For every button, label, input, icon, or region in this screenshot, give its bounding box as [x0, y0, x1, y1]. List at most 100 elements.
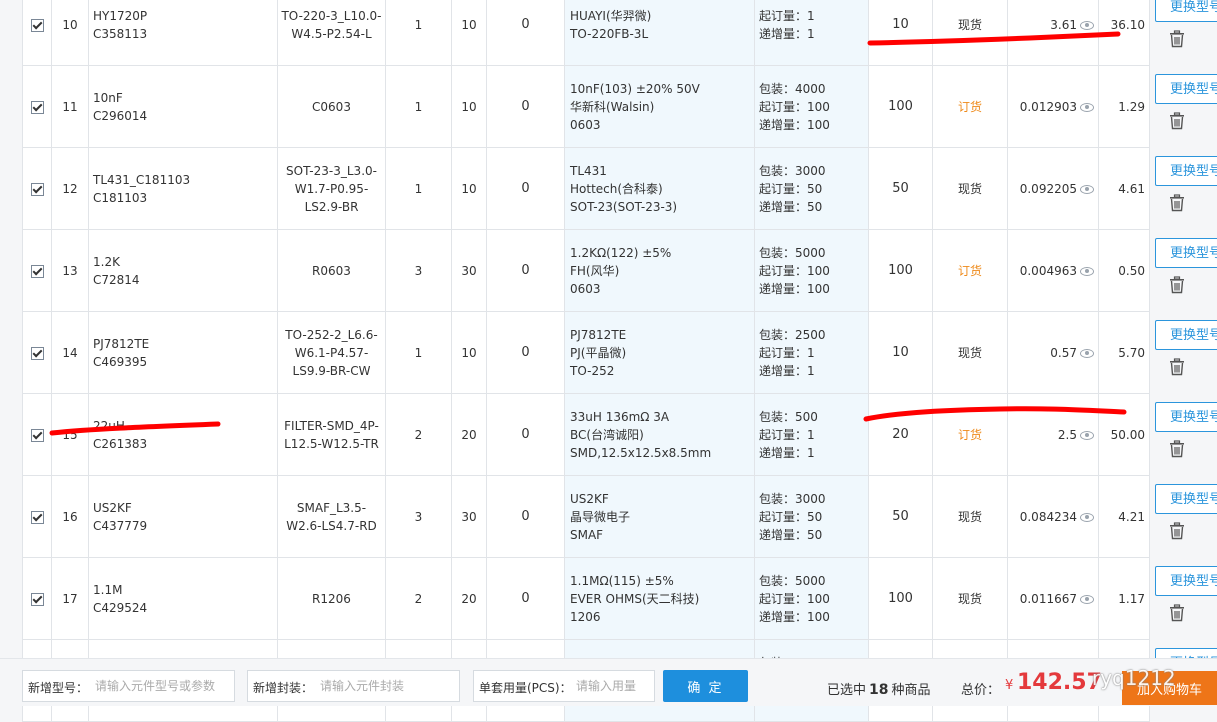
- packing-cell: 包装：3000起订量：50递增量：50: [755, 476, 869, 558]
- package-cell: TO-252-2_L6.6-W6.1-P4.57-LS9.9-BR-CW: [278, 312, 386, 394]
- new-model-input[interactable]: [93, 675, 233, 697]
- eye-icon[interactable]: [1080, 513, 1094, 522]
- pkg-line: TO-252-2_L6.6-: [278, 326, 385, 344]
- checkbox-checked-icon[interactable]: [31, 183, 44, 196]
- required-qty: 10: [452, 148, 487, 230]
- buy-qty-input[interactable]: [879, 13, 923, 37]
- price-cell: 0.57: [1008, 312, 1099, 394]
- checkbox-checked-icon[interactable]: [31, 429, 44, 442]
- stock-status: 订货: [933, 394, 1008, 476]
- change-model-button[interactable]: 更换型号: [1155, 402, 1217, 432]
- trash-icon[interactable]: [1168, 276, 1186, 294]
- table-row: 171.1MC429524R120622001.1MΩ(115) ±5%EVER…: [23, 558, 1217, 640]
- stock-qty: 0: [487, 230, 565, 312]
- required-qty: 10: [452, 0, 487, 66]
- part-cell: HY1720PC358113: [89, 0, 278, 66]
- pkg-line: TO-220-3_L10.0-: [278, 7, 385, 25]
- eye-icon[interactable]: [1080, 595, 1094, 604]
- stock-qty: 0: [487, 558, 565, 640]
- eye-icon[interactable]: [1080, 103, 1094, 112]
- stock-status: 订货: [933, 230, 1008, 312]
- checkbox-checked-icon[interactable]: [31, 511, 44, 524]
- desc-line: 晶导微电子: [570, 508, 754, 526]
- unit-qty: 1: [386, 0, 452, 66]
- buy-qty-input[interactable]: [879, 505, 923, 529]
- part-code: C437779: [93, 517, 277, 535]
- selected-count: 18: [869, 682, 888, 698]
- match-desc-cell: HUAYI(华羿微)TO-220FB-3L: [565, 0, 755, 66]
- pack-line: 包装：3000: [759, 490, 868, 508]
- change-model-button[interactable]: 更换型号: [1155, 320, 1217, 350]
- checkbox-checked-icon[interactable]: [31, 265, 44, 278]
- pkg-line: C0603: [278, 98, 385, 116]
- eye-icon[interactable]: [1080, 349, 1094, 358]
- quantity-field: 单套用量(PCS)：: [473, 670, 655, 702]
- trash-icon[interactable]: [1168, 440, 1186, 458]
- unit-qty: 1: [386, 66, 452, 148]
- desc-line: 0603: [570, 280, 754, 298]
- pack-line: 递增量：100: [759, 280, 868, 298]
- package-cell: R1206: [278, 558, 386, 640]
- desc-line: 1.1MΩ(115) ±5%: [570, 572, 754, 590]
- pack-line: 递增量：1: [759, 25, 868, 43]
- desc-line: BC(台湾诚阳): [570, 426, 754, 444]
- checkbox-checked-icon[interactable]: [31, 347, 44, 360]
- buy-qty-input[interactable]: [879, 587, 923, 611]
- desc-line: EVER OHMS(天二科技): [570, 590, 754, 608]
- line-total: 50.00: [1099, 394, 1150, 476]
- pack-line: 起订量：1: [759, 344, 868, 362]
- eye-icon[interactable]: [1080, 185, 1094, 194]
- part-cell: 1.2KC72814: [89, 230, 278, 312]
- desc-line: TL431: [570, 162, 754, 180]
- eye-icon[interactable]: [1080, 431, 1094, 440]
- trash-icon[interactable]: [1168, 30, 1186, 48]
- confirm-button[interactable]: 确 定: [663, 670, 748, 702]
- change-model-button[interactable]: 更换型号: [1155, 238, 1217, 268]
- buy-qty-cell: [869, 312, 933, 394]
- part-cell: 1.1MC429524: [89, 558, 278, 640]
- trash-icon[interactable]: [1168, 604, 1186, 622]
- pack-line: 起订量：100: [759, 590, 868, 608]
- pack-line: 起订量：50: [759, 180, 868, 198]
- desc-line: 1206: [570, 608, 754, 626]
- change-model-button[interactable]: 更换型号: [1155, 484, 1217, 514]
- trash-icon[interactable]: [1168, 194, 1186, 212]
- row-number: 16: [52, 476, 89, 558]
- desc-line: Hottech(合科泰): [570, 180, 754, 198]
- eye-icon[interactable]: [1080, 21, 1094, 30]
- buy-qty-input[interactable]: [879, 95, 923, 119]
- row-number: 14: [52, 312, 89, 394]
- part-code: C181103: [93, 189, 277, 207]
- eye-icon[interactable]: [1080, 267, 1094, 276]
- package-cell: TO-220-3_L10.0-W4.5-P2.54-L: [278, 0, 386, 66]
- row-number: 12: [52, 148, 89, 230]
- change-model-button[interactable]: 更换型号: [1155, 156, 1217, 186]
- unit-qty: 2: [386, 558, 452, 640]
- package-cell: SOT-23-3_L3.0-W1.7-P0.95-LS2.9-BR: [278, 148, 386, 230]
- checkbox-checked-icon[interactable]: [31, 101, 44, 114]
- trash-icon[interactable]: [1168, 358, 1186, 376]
- quantity-input[interactable]: [574, 675, 654, 697]
- buy-qty-cell: [869, 0, 933, 66]
- change-model-button[interactable]: 更换型号: [1155, 0, 1217, 22]
- change-model-button[interactable]: 更换型号: [1155, 74, 1217, 104]
- buy-qty-input[interactable]: [879, 341, 923, 365]
- desc-line: FH(风华): [570, 262, 754, 280]
- trash-icon[interactable]: [1168, 112, 1186, 130]
- required-qty: 30: [452, 230, 487, 312]
- pkg-line: SOT-23-3_L3.0-: [278, 162, 385, 180]
- unit-price: 2.5: [1058, 428, 1077, 442]
- trash-icon[interactable]: [1168, 522, 1186, 540]
- buy-qty-input[interactable]: [879, 177, 923, 201]
- line-total: 1.29: [1099, 66, 1150, 148]
- row-select-cell: [23, 394, 52, 476]
- part-cell: PJ7812TEC469395: [89, 312, 278, 394]
- change-model-button[interactable]: 更换型号: [1155, 566, 1217, 596]
- action-cell: 更换型号: [1150, 66, 1217, 148]
- buy-qty-input[interactable]: [879, 259, 923, 283]
- checkbox-checked-icon[interactable]: [31, 593, 44, 606]
- selected-prefix: 已选中: [827, 683, 866, 698]
- checkbox-checked-icon[interactable]: [31, 19, 44, 32]
- buy-qty-input[interactable]: [879, 423, 923, 447]
- new-package-input[interactable]: [318, 675, 458, 697]
